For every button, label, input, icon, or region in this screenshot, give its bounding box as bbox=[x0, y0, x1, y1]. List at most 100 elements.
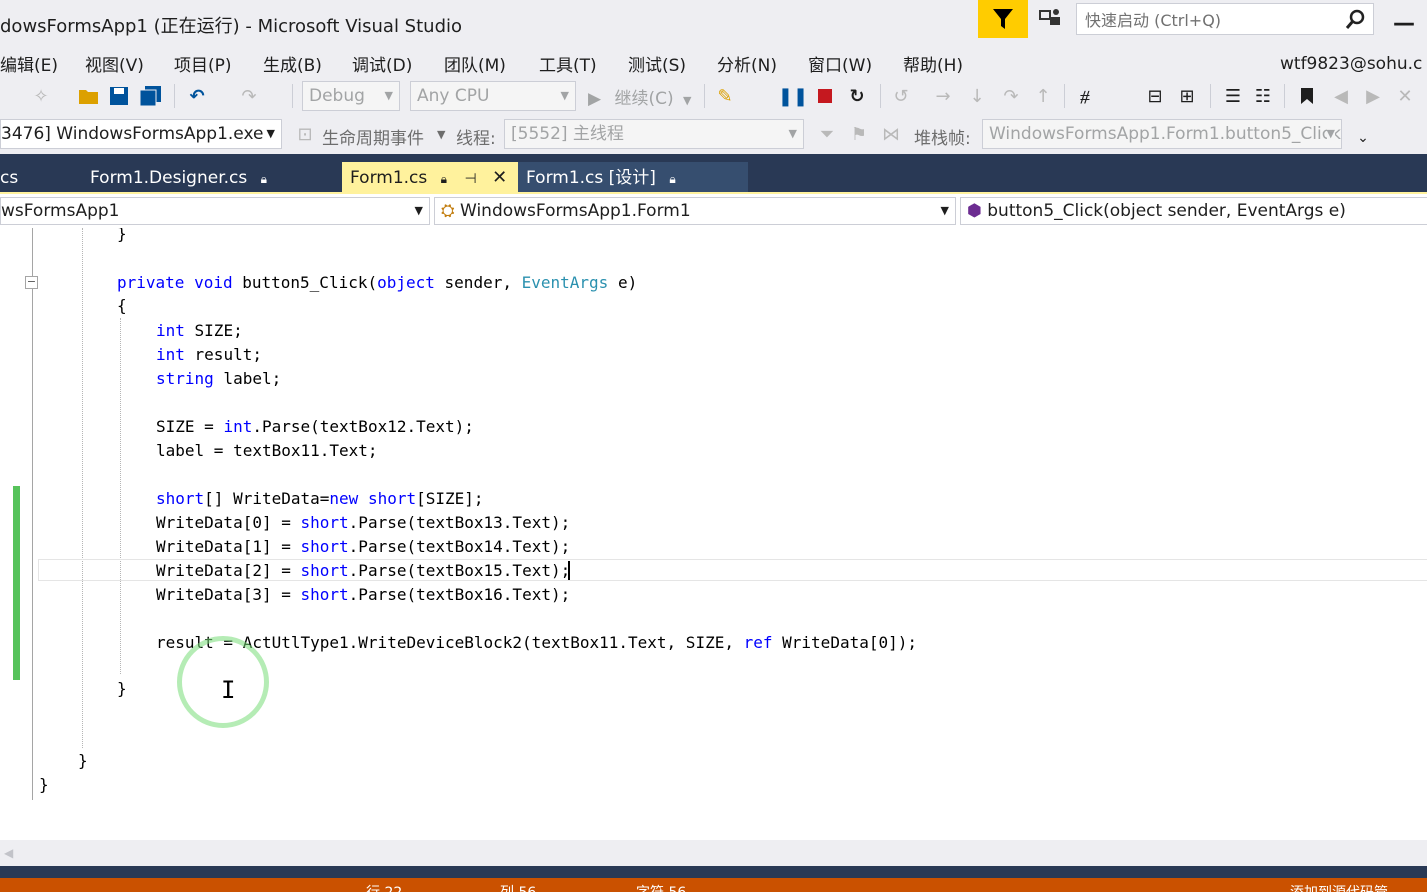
thread-label: 线程: bbox=[456, 129, 496, 149]
menu-debug[interactable]: 调试(D) bbox=[352, 51, 412, 76]
code-editor[interactable]: − } private void button5_Click(object se… bbox=[0, 228, 1427, 840]
bookmark-icon[interactable] bbox=[1294, 84, 1320, 108]
chevron-down-icon: ▼ bbox=[683, 94, 692, 107]
method-icon: ⬢ bbox=[967, 201, 982, 221]
collapse-icon[interactable]: − bbox=[25, 276, 38, 289]
menu-help[interactable]: 帮助(H) bbox=[903, 51, 963, 76]
thread-combo[interactable]: [5552] 主线程 ▼ bbox=[504, 119, 804, 149]
code-line: short[] WriteData=new short[SIZE]; bbox=[156, 489, 484, 508]
chevron-down-icon[interactable]: ▼ bbox=[437, 128, 445, 141]
configuration-combo[interactable]: Debug ▼ bbox=[302, 81, 400, 111]
clear-bookmarks-icon[interactable]: ✕ bbox=[1392, 84, 1418, 108]
show-next-statement-icon[interactable]: ↺ bbox=[888, 84, 914, 108]
parallel-stacks-icon[interactable]: ⊞ bbox=[1174, 84, 1200, 108]
add-to-source-control[interactable]: 添加到源代码管 bbox=[1290, 882, 1388, 892]
continue-label: 继续(C) bbox=[614, 89, 674, 109]
outline-line bbox=[32, 228, 33, 800]
flag-filter-icon[interactable]: ⏷ bbox=[814, 122, 840, 146]
process-value: 3476] WindowsFormsApp1.exe bbox=[1, 124, 264, 144]
play-icon: ▶ bbox=[588, 89, 602, 109]
restart-icon[interactable]: ↻ bbox=[844, 84, 870, 108]
threads-icon[interactable]: ⊟ bbox=[1142, 84, 1168, 108]
platform-combo[interactable]: Any CPU ▼ bbox=[410, 81, 576, 111]
lock-icon: 🔒︎ bbox=[260, 172, 268, 186]
menu-test[interactable]: 测试(S) bbox=[628, 51, 686, 76]
save-all-icon[interactable] bbox=[138, 84, 164, 108]
comment-icon[interactable]: ☷ bbox=[1250, 84, 1276, 108]
menu-view[interactable]: 视图(V) bbox=[85, 51, 144, 76]
lock-icon: 🔒︎ bbox=[440, 172, 448, 186]
tab-form1-design[interactable]: Form1.cs [设计] 🔒︎ bbox=[518, 162, 748, 194]
save-icon[interactable] bbox=[106, 84, 132, 108]
open-file-icon[interactable] bbox=[76, 84, 102, 108]
menu-build[interactable]: 生成(B) bbox=[263, 51, 322, 76]
stackframe-value: WindowsFormsApp1.Form1.button5_Click bbox=[989, 124, 1341, 144]
notification-filter-button[interactable] bbox=[978, 0, 1028, 38]
step-up-icon[interactable]: ↑ bbox=[1030, 84, 1056, 108]
process-combo[interactable]: 3476] WindowsFormsApp1.exe ▼ bbox=[0, 119, 282, 149]
title-bar: dowsFormsApp1 (正在运行) - Microsoft Visual … bbox=[0, 0, 1427, 48]
chevron-down-icon: ▼ bbox=[266, 127, 275, 140]
redo-icon[interactable]: ↷ bbox=[236, 84, 262, 108]
menu-edit[interactable]: 编辑(E) bbox=[0, 51, 58, 76]
stackframe-combo[interactable]: WindowsFormsApp1.Form1.button5_Click ▼ bbox=[982, 119, 1342, 149]
indent-icon[interactable]: ☰ bbox=[1220, 84, 1246, 108]
flag-thread-icon[interactable]: ⚑ bbox=[846, 122, 872, 146]
status-char: 字符 56 bbox=[636, 882, 686, 892]
step-over-icon[interactable]: ↓ bbox=[964, 84, 990, 108]
new-project-icon[interactable]: ✧ bbox=[28, 84, 54, 108]
toolbar-overflow-icon[interactable]: ⌄ bbox=[1350, 126, 1376, 150]
scroll-left-icon[interactable]: ◀ bbox=[4, 846, 13, 860]
hex-display-icon[interactable]: ⧣ bbox=[1072, 84, 1098, 108]
hot-reload-icon[interactable]: ✎ bbox=[712, 84, 738, 108]
code-line: } bbox=[78, 751, 88, 770]
project-value: wsFormsApp1 bbox=[1, 201, 120, 221]
previous-bookmark-icon[interactable]: ◀ bbox=[1328, 84, 1354, 108]
step-out-icon[interactable]: ↷ bbox=[998, 84, 1024, 108]
configuration-value: Debug bbox=[309, 86, 365, 106]
code-line: } bbox=[117, 679, 127, 698]
continue-button[interactable]: ▶ 继续(C) ▼ bbox=[588, 84, 692, 109]
menu-window[interactable]: 窗口(W) bbox=[808, 51, 872, 76]
user-account[interactable]: wtf9823@sohu.c bbox=[1280, 54, 1422, 74]
code-line: WriteData[1] = short.Parse(textBox14.Tex… bbox=[156, 537, 571, 556]
code-line: int result; bbox=[156, 345, 262, 364]
tab-label: Form1.Designer.cs bbox=[90, 168, 248, 188]
tab-label: Form1.cs bbox=[350, 168, 428, 188]
horizontal-scrollbar[interactable]: ◀ bbox=[0, 840, 1427, 866]
member-combo[interactable]: ⬢ button5_Click(object sender, EventArgs… bbox=[960, 197, 1427, 225]
pause-icon[interactable]: ❚❚ bbox=[778, 84, 808, 108]
step-into-icon[interactable]: → bbox=[930, 84, 956, 108]
code-line: int SIZE; bbox=[156, 321, 243, 340]
chevron-down-icon: ▼ bbox=[560, 89, 569, 102]
menu-tools[interactable]: 工具(T) bbox=[539, 51, 597, 76]
minimize-button[interactable]: — bbox=[1390, 10, 1418, 38]
feedback-icon[interactable] bbox=[1036, 6, 1066, 32]
quick-launch-input[interactable] bbox=[1083, 7, 1337, 33]
code-line: label = textBox11.Text; bbox=[156, 441, 378, 460]
quick-launch-box[interactable] bbox=[1076, 3, 1374, 35]
undo-icon[interactable]: ↶ bbox=[184, 84, 210, 108]
menu-team[interactable]: 团队(M) bbox=[444, 51, 506, 76]
chevron-down-icon: ▼ bbox=[414, 204, 423, 217]
project-combo[interactable]: wsFormsApp1 ▼ bbox=[0, 197, 430, 225]
type-value: WindowsFormsApp1.Form1 bbox=[460, 201, 691, 221]
show-external-icon[interactable]: ⋈ bbox=[878, 122, 904, 146]
close-icon[interactable]: ✕ bbox=[492, 167, 507, 188]
text-cursor-icon: I bbox=[221, 676, 236, 704]
next-bookmark-icon[interactable]: ▶ bbox=[1360, 84, 1386, 108]
tab-form1-cs[interactable]: Form1.cs 🔒︎ ⊣ ✕ bbox=[342, 162, 518, 194]
pin-icon[interactable]: ⊣ bbox=[464, 171, 476, 187]
tab-cs[interactable]: cs bbox=[0, 162, 84, 194]
code-line: WriteData[3] = short.Parse(textBox16.Tex… bbox=[156, 585, 571, 604]
separator bbox=[1210, 84, 1211, 108]
lifecycle-events-label[interactable]: 生命周期事件 bbox=[322, 124, 424, 149]
type-combo[interactable]: ⛭ WindowsFormsApp1.Form1 ▼ bbox=[434, 197, 956, 225]
platform-value: Any CPU bbox=[417, 86, 490, 106]
stop-icon[interactable] bbox=[812, 84, 838, 108]
menu-analyze[interactable]: 分析(N) bbox=[717, 51, 777, 76]
search-icon[interactable] bbox=[1345, 8, 1367, 30]
status-line: 行 22 bbox=[366, 882, 402, 892]
tab-form1-designer[interactable]: Form1.Designer.cs 🔒︎ bbox=[82, 162, 340, 194]
menu-project[interactable]: 项目(P) bbox=[174, 51, 232, 76]
